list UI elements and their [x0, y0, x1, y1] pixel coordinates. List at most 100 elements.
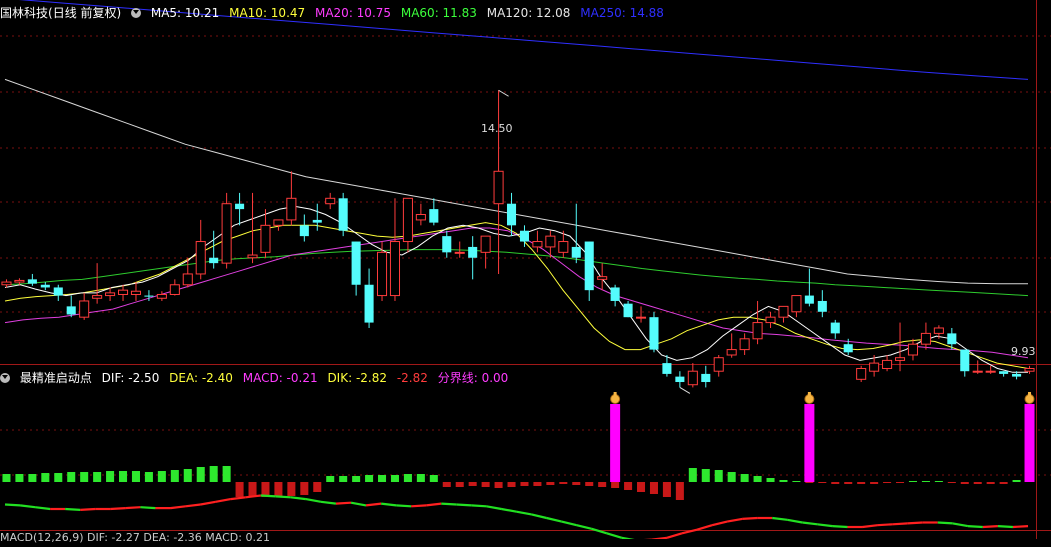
candle-body — [662, 363, 672, 374]
dik-value: DIK: -2.82 — [327, 371, 387, 385]
candle-body — [442, 236, 452, 253]
histogram-bar — [714, 470, 723, 482]
histogram-bar — [818, 482, 827, 483]
candle-body — [933, 327, 944, 334]
candle — [701, 365, 711, 388]
dik-red-value: -2.82 — [396, 371, 428, 385]
histogram-bar — [779, 480, 788, 482]
dif-line-segment — [411, 504, 427, 508]
main-chart-header: 国林科技(日线 前复权) MA5: 10.21 MA10: 10.47 MA20… — [0, 4, 670, 22]
candle — [79, 292, 90, 320]
histogram-bar — [313, 482, 322, 492]
histogram-bar — [54, 473, 63, 482]
dif-line-segment — [666, 532, 683, 539]
dif-line-segment — [365, 502, 382, 507]
dif-line-segment — [140, 506, 156, 510]
candle-body — [117, 289, 129, 295]
candle — [713, 355, 724, 377]
candle — [960, 349, 970, 377]
candle-body — [584, 241, 594, 291]
candle — [92, 263, 103, 304]
histogram-bar — [753, 476, 762, 482]
kline-chart[interactable] — [0, 0, 1051, 539]
dif-line-segment — [817, 523, 833, 528]
candle-body — [195, 241, 206, 275]
histogram-bar — [792, 481, 801, 482]
dropdown-circle-icon[interactable] — [131, 8, 142, 18]
candle — [468, 236, 478, 280]
histogram-bar — [494, 482, 503, 488]
grid-lines — [0, 0, 1051, 539]
period-label: (日线 前复权) — [48, 6, 122, 20]
candle-body — [558, 241, 569, 253]
candle-body — [519, 230, 530, 242]
candle — [429, 198, 439, 226]
candle-body — [532, 241, 543, 248]
indicator-panel[interactable] — [2, 392, 1035, 539]
histogram-bar — [662, 482, 671, 497]
histogram-bar — [908, 481, 917, 482]
histogram-bar — [844, 482, 853, 484]
signal-bar — [610, 404, 621, 482]
high-price-label: 14.50 — [481, 122, 513, 135]
dif-line-segment — [19, 504, 36, 509]
histogram-bar — [287, 482, 296, 496]
histogram-bar — [352, 476, 361, 482]
candle-body — [169, 284, 180, 295]
dropdown-circle-icon[interactable] — [0, 373, 10, 383]
candle — [856, 365, 867, 383]
candle-body — [53, 287, 63, 296]
dif-line-segment — [982, 525, 998, 529]
candle-body — [429, 209, 439, 223]
candle — [156, 291, 167, 301]
histogram-bar — [896, 482, 905, 483]
candle-body — [325, 197, 336, 205]
histogram-bar — [131, 471, 140, 482]
candle-body — [40, 284, 50, 288]
dif-line-segment — [4, 503, 21, 507]
candle-body — [765, 316, 776, 324]
dif-line-segment — [877, 523, 893, 527]
dif-line-segment — [531, 513, 547, 520]
candle — [791, 295, 802, 318]
candle-body — [752, 322, 763, 340]
moving-average-lines — [4, 0, 1029, 373]
histogram-bar — [93, 472, 102, 482]
histogram-bar — [559, 482, 568, 484]
histogram-bar — [403, 474, 412, 482]
candle-body — [247, 254, 258, 259]
histogram-bar — [870, 482, 879, 484]
candle — [325, 192, 336, 210]
histogram-bar — [701, 469, 710, 482]
dea-value: DEA: -2.40 — [169, 371, 233, 385]
candle-body — [843, 344, 853, 353]
histogram-bar — [934, 481, 943, 482]
candle — [597, 263, 608, 291]
dif-line-segment — [34, 506, 51, 511]
candle-body — [351, 241, 361, 285]
histogram-bar — [222, 466, 231, 482]
dif-line-segment — [907, 521, 923, 525]
signal-bar — [804, 404, 815, 482]
candle — [894, 322, 906, 372]
dif-line-segment — [561, 520, 577, 527]
candle-body — [27, 279, 37, 284]
dif-line-segment — [696, 524, 713, 531]
candle-body — [610, 287, 620, 301]
histogram-bar — [468, 482, 477, 486]
candle-body — [493, 170, 504, 205]
candle-body — [972, 370, 983, 373]
candle — [40, 282, 50, 291]
candle — [389, 198, 401, 301]
candle-body — [156, 293, 167, 299]
candle — [623, 300, 633, 318]
candle — [247, 192, 258, 264]
dif-line-segment — [772, 516, 788, 521]
candlesticks[interactable] — [1, 89, 1035, 394]
candle — [299, 214, 309, 242]
candle-body — [791, 295, 802, 313]
dif-line-segment — [426, 502, 442, 507]
dif-line-segment — [80, 507, 96, 511]
histogram-bar — [624, 482, 633, 490]
dif-line-segment — [125, 506, 141, 510]
